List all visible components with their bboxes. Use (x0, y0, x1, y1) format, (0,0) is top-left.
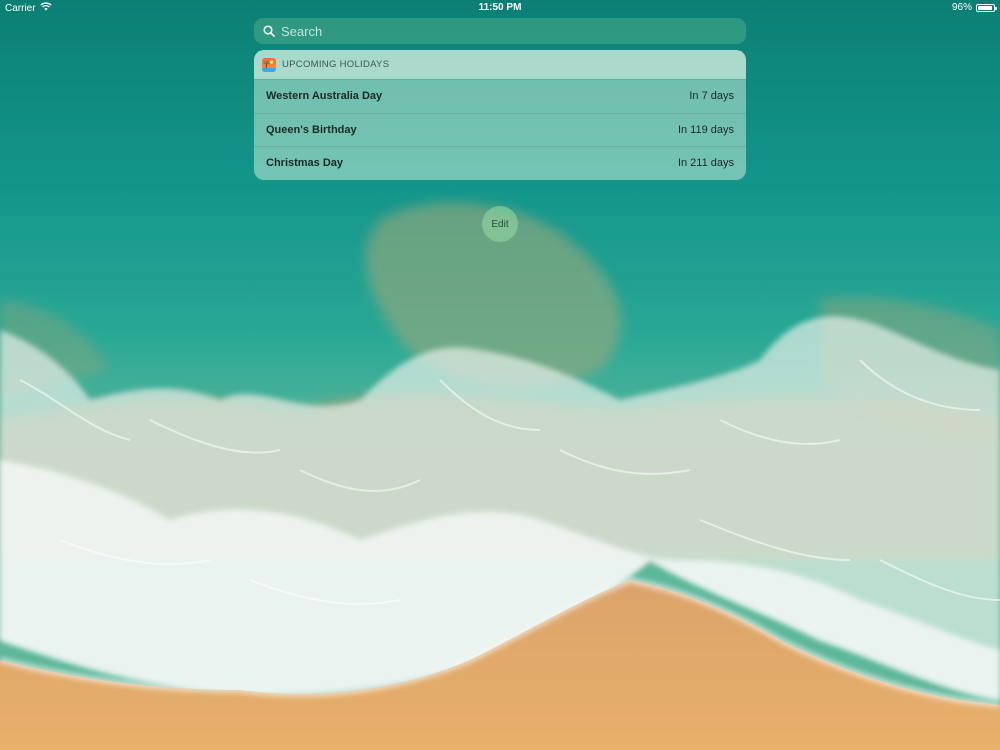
edit-button[interactable]: Edit (482, 206, 518, 242)
holiday-name: Queen's Birthday (266, 123, 357, 136)
status-right: 96% (951, 2, 997, 13)
holiday-name: Christmas Day (266, 157, 344, 170)
holiday-countdown: In 7 days (689, 90, 734, 103)
holiday-countdown: In 211 days (677, 157, 734, 170)
holiday-row[interactable]: Christmas Day In 211 days (254, 146, 746, 180)
search-field[interactable]: Search (254, 18, 746, 44)
holidays-app-icon (262, 57, 276, 72)
holiday-countdown: In 119 days (677, 123, 734, 136)
search-placeholder: Search (281, 23, 323, 39)
upcoming-holidays-widget[interactable]: UPCOMING HOLIDAYS Western Australia Day … (254, 50, 746, 180)
edit-button-label: Edit (491, 218, 509, 230)
widget-header[interactable]: UPCOMING HOLIDAYS (254, 50, 746, 79)
battery-level (978, 5, 993, 10)
search-icon (263, 25, 275, 37)
battery-percent: 96% (951, 2, 972, 13)
widget-title: UPCOMING HOLIDAYS (282, 59, 390, 70)
holiday-row[interactable]: Western Australia Day In 7 days (254, 79, 746, 113)
status-bar: Carrier 11:50 PM 96% (0, 0, 1000, 16)
holiday-row[interactable]: Queen's Birthday In 119 days (254, 112, 746, 147)
battery-icon (976, 3, 997, 12)
status-time: 11:50 PM (478, 2, 522, 13)
holiday-name: Western Australia Day (266, 90, 383, 103)
lock-screen: Carrier 11:50 PM 96% Search UPCOMING HOL… (0, 0, 1000, 750)
